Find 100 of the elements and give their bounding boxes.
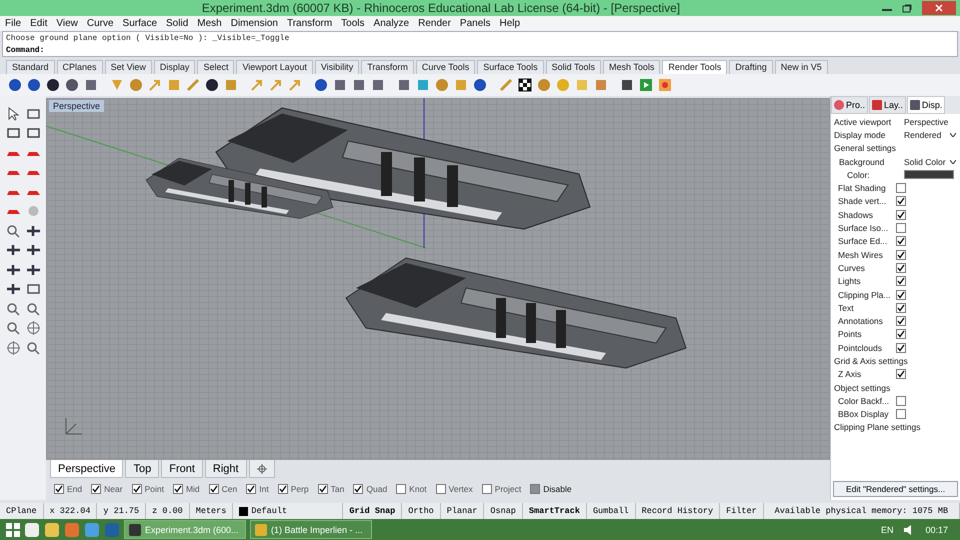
dropdown[interactable]: Rendered (904, 130, 958, 140)
zoom-icon[interactable] (26, 340, 40, 355)
start-icon[interactable] (6, 522, 20, 536)
osnap-checkbox[interactable] (246, 484, 256, 494)
zoom-icon[interactable] (6, 321, 20, 336)
viewport-tab[interactable]: Front (161, 460, 203, 478)
zoom-icon[interactable] (6, 224, 20, 238)
toolbar-tab[interactable]: Curve Tools (416, 60, 476, 74)
osnap-checkbox[interactable] (353, 484, 364, 494)
toolbar-tab[interactable]: Surface Tools (477, 60, 544, 74)
menu-item[interactable]: Analyze (374, 18, 410, 29)
app-icon[interactable] (24, 522, 40, 538)
osnap-checkbox[interactable] (482, 484, 492, 494)
toolbar-tab[interactable]: Drafting (729, 60, 773, 74)
close-button[interactable] (922, 1, 956, 15)
viewport-tab[interactable]: Perspective (50, 460, 124, 478)
zoom-icon[interactable] (6, 302, 20, 316)
sphere-icon[interactable] (314, 78, 328, 92)
checkbox[interactable] (896, 236, 906, 246)
target-icon[interactable] (6, 340, 20, 355)
viewport-tab[interactable]: Right (204, 460, 247, 478)
checkbox[interactable] (896, 276, 906, 286)
language-indicator[interactable]: EN (880, 524, 894, 534)
restore-icon[interactable] (902, 4, 912, 12)
osnap-checkbox[interactable] (278, 484, 288, 494)
menu-item[interactable]: Render (418, 18, 451, 29)
sphere-icon[interactable] (8, 78, 22, 92)
sphere-icon[interactable] (473, 78, 487, 92)
checkbox[interactable] (896, 250, 906, 260)
menu-item[interactable]: View (56, 18, 78, 29)
menu-item[interactable]: Dimension (230, 18, 278, 29)
osnap-checkbox[interactable] (436, 484, 446, 494)
circle-icon[interactable] (129, 78, 143, 92)
checkbox[interactable] (896, 396, 906, 406)
menu-item[interactable]: Tools (341, 18, 365, 29)
menu-item[interactable]: File (5, 18, 22, 29)
osnap-label: Tan (330, 484, 344, 494)
edit-settings-button[interactable]: Edit "Rendered" settings... (833, 481, 958, 497)
checkbox[interactable] (896, 290, 906, 300)
viewport-tab[interactable]: Top (125, 460, 160, 478)
menu-item[interactable]: Panels (460, 18, 490, 29)
app-icon[interactable] (44, 522, 60, 538)
menu-item[interactable]: Surface (122, 18, 158, 29)
checkbox[interactable] (896, 210, 906, 220)
panel-tab[interactable]: Pro.. (831, 96, 868, 114)
record-icon[interactable] (658, 78, 672, 92)
menu-item[interactable]: Edit (30, 18, 48, 29)
section-heading: Object settings (834, 382, 890, 393)
menu-item[interactable]: Transform (286, 18, 332, 29)
menu-item[interactable]: Mesh (197, 18, 222, 29)
property-label: Lights (838, 276, 862, 286)
osnap-checkbox[interactable] (318, 484, 328, 494)
section-heading: Clipping Plane settings (834, 422, 920, 432)
osnap-checkbox[interactable] (530, 484, 540, 494)
osnap-checkbox[interactable] (54, 484, 64, 494)
toolbar-tab[interactable]: Solid Tools (546, 60, 601, 74)
cursor-icon[interactable] (6, 106, 20, 121)
viewport-label[interactable]: Perspective (49, 100, 104, 112)
checkbox[interactable] (896, 342, 906, 353)
target-icon[interactable] (26, 321, 40, 336)
dropdown[interactable]: Solid Color (904, 156, 958, 167)
checkbox[interactable] (896, 183, 906, 194)
toolbar-tab[interactable]: New in V5 (774, 60, 828, 74)
taskbar-window[interactable]: (1) Battle Imperlien - ... (250, 520, 372, 539)
menu-item[interactable]: Solid (166, 18, 188, 29)
toolbar-tab[interactable]: Standard (6, 60, 55, 74)
osnap-checkbox[interactable] (396, 484, 406, 494)
osnap-checkbox[interactable] (208, 484, 219, 494)
osnap-checkbox[interactable] (172, 484, 183, 494)
color-swatch[interactable] (904, 170, 954, 180)
checkbox[interactable] (896, 316, 906, 326)
checkbox[interactable] (896, 409, 906, 420)
panel-tab[interactable]: Lay.. (869, 96, 906, 114)
add-tab-button[interactable] (248, 460, 275, 478)
toolbar-tab[interactable]: Render Tools (662, 60, 728, 74)
checkbox[interactable] (896, 369, 906, 380)
toolbar-tab[interactable]: Transform (361, 60, 414, 74)
toolbar-tab[interactable]: Mesh Tools (602, 60, 660, 74)
toolbar-tab[interactable]: CPlanes (56, 60, 103, 74)
toolbar-tab[interactable]: Viewport Layout (236, 60, 313, 74)
osnap-checkbox[interactable] (91, 484, 102, 494)
panel-tab[interactable]: Disp. (906, 96, 946, 114)
checkbox[interactable] (896, 302, 906, 313)
circle-icon[interactable] (435, 78, 449, 92)
circle-icon[interactable] (537, 78, 551, 92)
checkbox[interactable] (896, 196, 906, 206)
toolbar-tab[interactable]: Display (154, 60, 196, 74)
toolbar-tab[interactable]: Set View (104, 60, 152, 74)
menu-item[interactable]: Help (500, 18, 520, 29)
toolbar-tab[interactable]: Select (197, 60, 234, 74)
checkbox[interactable] (896, 223, 906, 234)
play-icon[interactable] (639, 78, 653, 92)
osnap-checkbox[interactable] (132, 484, 142, 494)
checkbox[interactable] (896, 329, 906, 340)
menu-item[interactable]: Curve (86, 18, 114, 29)
toolbar-tab[interactable]: Visibility (314, 60, 360, 74)
sphere-icon[interactable] (27, 78, 41, 92)
zoom-icon[interactable] (26, 302, 40, 316)
checker-icon[interactable] (518, 78, 532, 92)
checkbox[interactable] (896, 262, 906, 273)
